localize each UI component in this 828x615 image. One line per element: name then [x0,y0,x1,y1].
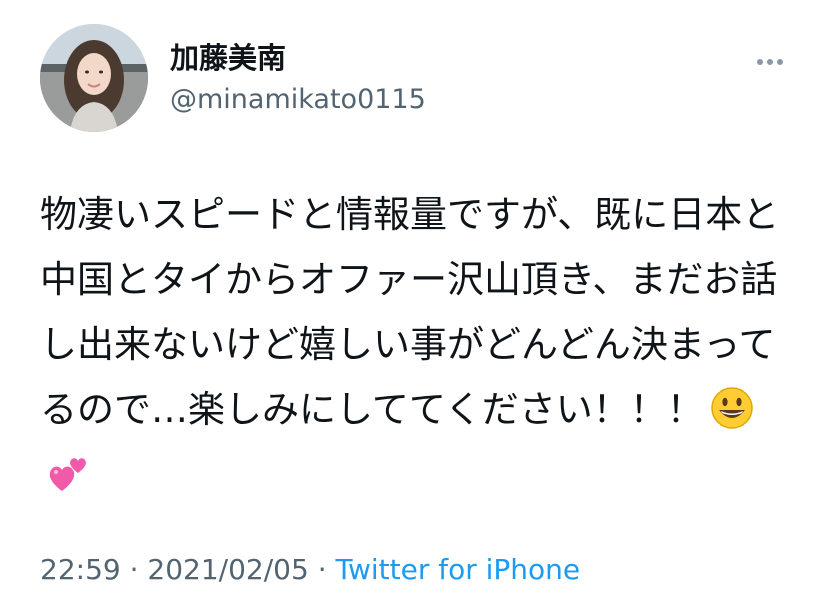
tweet-date[interactable]: 2021/02/05 [147,553,308,586]
tweet-meta: 22:59 · 2021/02/05 · Twitter for iPhone [40,550,580,590]
tweet-card: 加藤美南 @minamikato0115 物凄いスピードと情報量ですが、既に日本… [0,0,828,615]
avatar-photo [40,24,148,132]
avatar[interactable] [40,24,148,132]
tweet-body: 物凄いスピードと情報量ですが、既に日本と中国とタイからオファー沢山頂き、まだお話… [40,193,780,431]
meta-separator: · [308,553,336,586]
two-hearts-emoji [46,451,90,495]
tweet-source-link[interactable]: Twitter for iPhone [336,553,581,586]
tweet-text: 物凄いスピードと情報量ですが、既に日本と中国とタイからオファー沢山頂き、まだお話… [40,182,800,507]
tweet-time[interactable]: 22:59 [40,553,121,586]
display-name[interactable]: 加藤美南 [170,38,286,78]
meta-separator: · [120,553,148,586]
grinning-face-emoji [710,386,754,430]
user-handle[interactable]: @minamikato0115 [170,80,426,120]
more-dots-icon[interactable] [752,52,788,72]
